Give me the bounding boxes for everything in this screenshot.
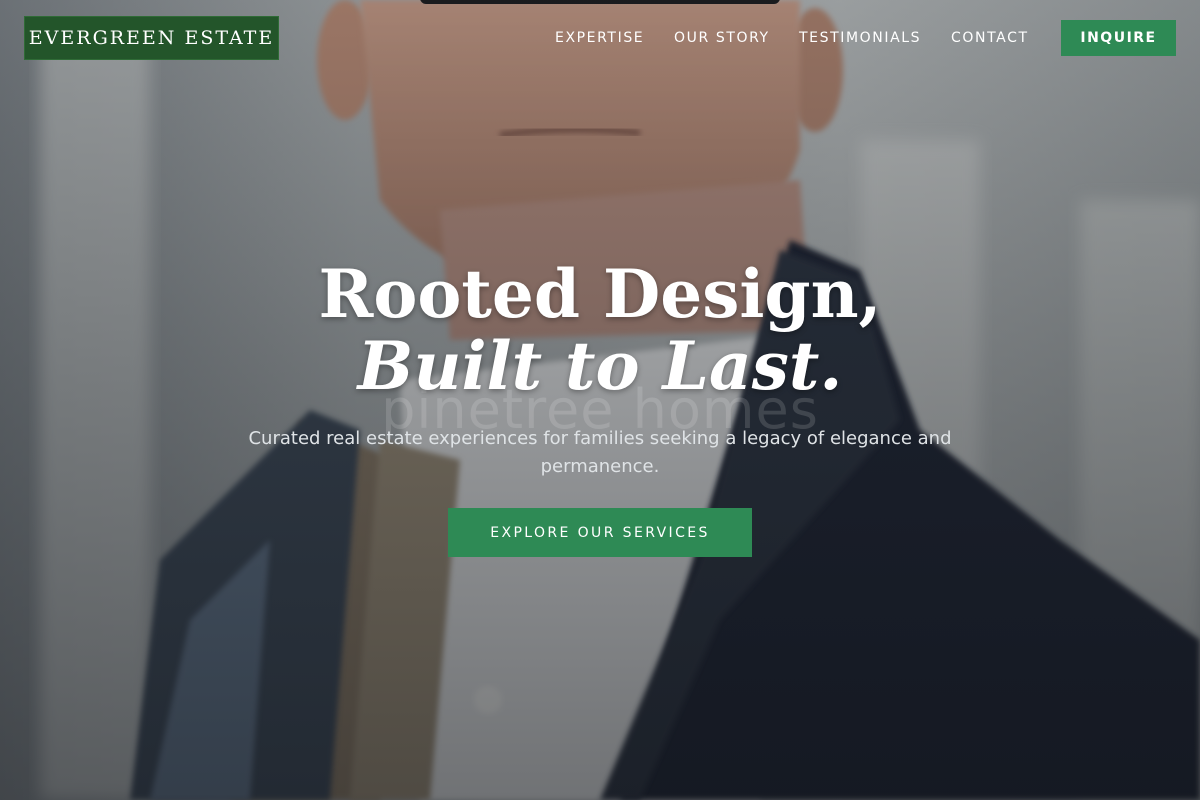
inquire-button[interactable]: INQUIRE	[1061, 20, 1176, 56]
nav-link-testimonials[interactable]: TESTIMONIALS	[799, 28, 921, 48]
hero-subtitle: Curated real estate experiences for fami…	[248, 428, 952, 477]
nav-link-our-story[interactable]: OUR STORY	[674, 28, 770, 48]
explore-services-button[interactable]: EXPLORE OUR SERVICES	[448, 508, 752, 557]
headline-line-2: Built to Last.	[357, 327, 843, 405]
hero-headline: Rooted Design, Built to Last.	[0, 258, 1200, 402]
brand-logo[interactable]: EVERGREEN ESTATE	[24, 16, 279, 60]
headline-line-1: Rooted Design,	[318, 255, 882, 333]
nav-link-expertise[interactable]: EXPERTISE	[555, 28, 644, 48]
nav-link-contact[interactable]: CONTACT	[951, 28, 1029, 48]
hero-section: EVERGREEN ESTATE EXPERTISE OUR STORY TES…	[0, 0, 1200, 800]
